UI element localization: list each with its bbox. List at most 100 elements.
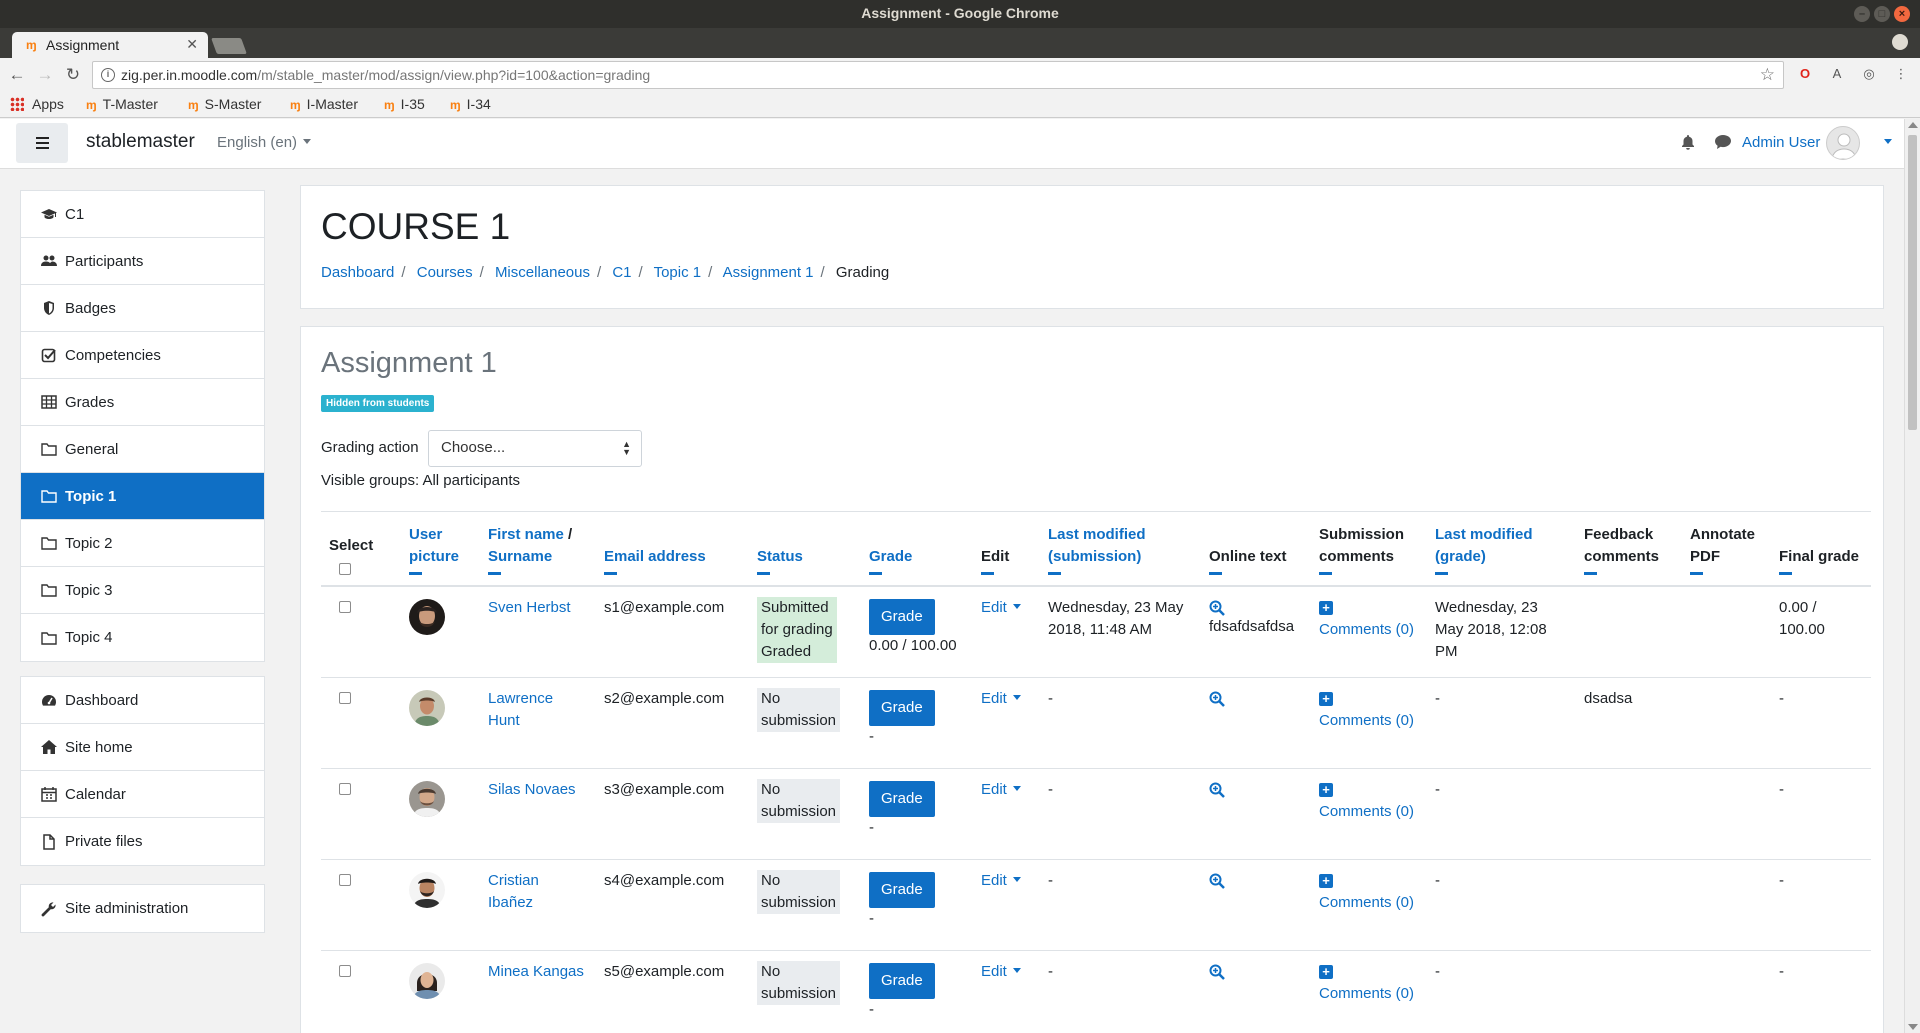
user-menu-name[interactable]: Admin User: [1742, 134, 1820, 151]
maximize-button[interactable]: □: [1874, 6, 1890, 22]
col-last-modified-grade[interactable]: Last modified (grade): [1427, 511, 1576, 587]
collapse-column-icon[interactable]: [1048, 572, 1061, 575]
plus-square-icon[interactable]: +: [1319, 601, 1333, 615]
opera-extension-icon[interactable]: O: [1796, 65, 1814, 83]
collapse-column-icon[interactable]: [1435, 572, 1448, 575]
collapse-column-icon[interactable]: [1690, 572, 1703, 575]
grading-action-select[interactable]: Choose... ▲ ▼: [428, 430, 642, 467]
nav-item-competencies[interactable]: Competencies: [21, 332, 264, 379]
nav-item-private-files[interactable]: Private files: [21, 818, 264, 865]
edit-menu[interactable]: Edit: [981, 690, 1021, 707]
nav-item-site-administration[interactable]: Site administration: [21, 885, 264, 932]
user-name-link[interactable]: Sven Herbst: [488, 599, 571, 616]
col-status[interactable]: Status: [749, 511, 861, 587]
bookmark-apps[interactable]: Apps: [10, 96, 64, 112]
nav-item-grades[interactable]: Grades: [21, 379, 264, 426]
grade-button[interactable]: Grade: [869, 780, 935, 817]
nav-item-topic-3[interactable]: Topic 3: [21, 567, 264, 614]
comments-link[interactable]: Comments (0): [1319, 803, 1414, 820]
user-avatar-image[interactable]: [409, 780, 445, 817]
menu-dots-icon[interactable]: ⋮: [1892, 65, 1910, 83]
browser-tab[interactable]: ɱ Assignment ✕: [12, 32, 208, 58]
sort-first-name-link[interactable]: First name: [488, 526, 564, 543]
collapse-column-icon[interactable]: [757, 572, 770, 575]
info-icon[interactable]: i: [101, 68, 115, 82]
collapse-column-icon[interactable]: [1319, 572, 1332, 575]
plus-square-icon[interactable]: +: [1319, 964, 1333, 979]
profile-icon[interactable]: [1892, 34, 1908, 50]
reload-icon[interactable]: ↻: [62, 64, 84, 86]
scroll-down-arrow-icon[interactable]: [1908, 1024, 1918, 1030]
collapse-column-icon[interactable]: [981, 572, 994, 575]
nav-item-topic-4[interactable]: Topic 4: [21, 614, 264, 661]
user-avatar-image[interactable]: [409, 599, 445, 635]
nav-item-site-home[interactable]: Site home: [21, 724, 264, 771]
breadcrumb-assignment-1[interactable]: Assignment 1: [723, 264, 814, 281]
minimize-button[interactable]: –: [1854, 6, 1870, 22]
search-plus-icon[interactable]: [1209, 873, 1225, 889]
user-menu-caret-icon[interactable]: [1878, 134, 1892, 151]
breadcrumb-c1[interactable]: C1: [612, 264, 631, 281]
chat-icon[interactable]: [1714, 134, 1732, 150]
collapse-column-icon[interactable]: [409, 572, 422, 575]
scrollbar-thumb[interactable]: [1908, 135, 1917, 430]
edit-menu[interactable]: Edit: [981, 872, 1021, 889]
search-plus-icon[interactable]: [1209, 782, 1225, 798]
user-name-link[interactable]: Lawrence Hunt: [488, 690, 553, 729]
grade-button[interactable]: Grade: [869, 871, 935, 908]
nav-item-c1[interactable]: C1: [21, 191, 264, 238]
bookmark-i-master[interactable]: ɱ I-Master: [290, 96, 358, 112]
bookmark-t-master[interactable]: ɱ T-Master: [86, 96, 158, 112]
row-select-checkbox[interactable]: [339, 964, 351, 977]
page-scrollbar[interactable]: [1904, 119, 1920, 1033]
col-user-picture[interactable]: User picture: [401, 511, 480, 587]
breadcrumb-dashboard[interactable]: Dashboard: [321, 264, 394, 281]
plus-square-icon[interactable]: +: [1319, 782, 1333, 797]
comments-link[interactable]: Comments (0): [1319, 985, 1414, 1002]
edit-menu[interactable]: Edit: [981, 963, 1021, 980]
row-select-checkbox[interactable]: [339, 782, 351, 795]
new-tab-button[interactable]: [211, 38, 247, 54]
breadcrumb-topic-1[interactable]: Topic 1: [654, 264, 702, 281]
comments-link[interactable]: Comments (0): [1319, 621, 1414, 638]
comments-link[interactable]: Comments (0): [1319, 894, 1414, 911]
collapse-column-icon[interactable]: [1584, 572, 1597, 575]
forward-arrow-icon[interactable]: →: [34, 64, 56, 86]
search-plus-icon[interactable]: [1209, 691, 1225, 707]
nav-item-participants[interactable]: Participants: [21, 238, 264, 285]
plus-square-icon[interactable]: +: [1319, 873, 1333, 888]
collapse-column-icon[interactable]: [604, 572, 617, 575]
bell-icon[interactable]: [1680, 134, 1696, 150]
grade-button[interactable]: Grade: [869, 689, 935, 726]
grade-button[interactable]: Grade: [869, 599, 935, 635]
breadcrumb-courses[interactable]: Courses: [417, 264, 473, 281]
nav-item-topic-2[interactable]: Topic 2: [21, 520, 264, 567]
nav-item-calendar[interactable]: Calendar: [21, 771, 264, 818]
comments-link[interactable]: Comments (0): [1319, 712, 1414, 729]
row-select-checkbox[interactable]: [339, 873, 351, 886]
nav-item-general[interactable]: General: [21, 426, 264, 473]
user-avatar-image[interactable]: [409, 962, 445, 999]
breadcrumb-miscellaneous[interactable]: Miscellaneous: [495, 264, 590, 281]
bookmark-star-icon[interactable]: ☆: [1760, 65, 1775, 85]
back-arrow-icon[interactable]: ←: [6, 64, 28, 86]
plus-square-icon[interactable]: +: [1319, 691, 1333, 706]
search-plus-icon[interactable]: [1209, 964, 1225, 980]
row-select-checkbox[interactable]: [339, 601, 351, 613]
close-window-button[interactable]: ×: [1894, 6, 1910, 22]
collapse-column-icon[interactable]: [869, 572, 882, 575]
user-name-link[interactable]: Silas Novaes: [488, 781, 576, 798]
select-all-checkbox[interactable]: [339, 563, 351, 575]
col-last-modified-submission[interactable]: Last modified (submission): [1040, 511, 1201, 587]
address-bar[interactable]: i zig.per.in.moodle.com/m/stable_master/…: [92, 61, 1784, 89]
site-name-link[interactable]: stablemaster: [86, 131, 195, 153]
nav-item-topic-1[interactable]: Topic 1: [21, 473, 264, 520]
nav-item-badges[interactable]: Badges: [21, 285, 264, 332]
bookmark-i-34[interactable]: ɱ I-34: [450, 96, 491, 112]
user-name-link[interactable]: Cristian Ibañez: [488, 872, 539, 911]
extension-icon[interactable]: ◎: [1860, 65, 1878, 83]
row-select-checkbox[interactable]: [339, 691, 351, 704]
bookmark-s-master[interactable]: ɱ S-Master: [188, 96, 261, 112]
col-grade[interactable]: Grade: [861, 511, 973, 587]
language-menu[interactable]: English (en): [217, 134, 311, 151]
